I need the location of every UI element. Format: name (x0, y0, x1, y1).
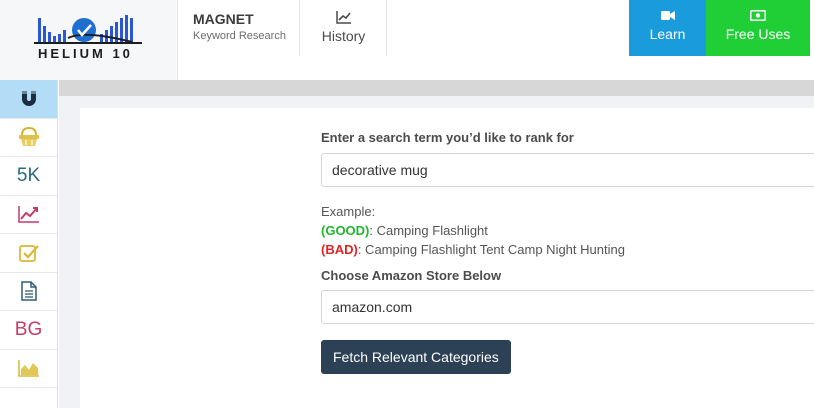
logo-bars-icon (34, 15, 142, 44)
basket-icon (18, 127, 39, 147)
good-example: (GOOD): Camping Flashlight (321, 221, 814, 240)
area-chart-icon (17, 360, 39, 377)
bad-example-text: : Camping Flashlight Tent Camp Night Hun… (357, 242, 625, 257)
search-input[interactable] (321, 153, 814, 187)
logo-text: HELIUM 10 (38, 46, 133, 61)
free-uses-label: Free Uses (725, 26, 791, 42)
good-example-text: : Camping Flashlight (369, 223, 488, 238)
bad-tag: (BAD) (321, 242, 358, 257)
search-form: Enter a search term you’d like to rank f… (321, 130, 814, 374)
example-label: Example: (321, 204, 376, 219)
sidebar-item-magnet[interactable] (0, 80, 57, 119)
top-bar: HELIUM 10 MAGNET Keyword Research Histor… (0, 0, 814, 80)
app-subtitle: Keyword Research (193, 30, 286, 42)
sidebar-item-bg[interactable]: BG (0, 311, 57, 350)
document-icon (20, 281, 37, 301)
sidebar-item-trend[interactable] (0, 196, 57, 234)
helium10-logo[interactable]: HELIUM 10 (0, 0, 178, 80)
learn-button[interactable]: Learn (629, 0, 706, 56)
tool-sidebar: 5K BG (0, 80, 58, 408)
bg-icon: BG (14, 318, 43, 340)
checklist-icon (18, 244, 39, 262)
sidebar-item-area-chart[interactable] (0, 350, 57, 388)
learn-label: Learn (649, 26, 686, 42)
money-icon (750, 10, 766, 21)
5k-icon: 5K (16, 164, 41, 186)
sidebar-item-5k[interactable]: 5K (0, 157, 57, 196)
good-tag: (GOOD) (321, 223, 370, 238)
magnet-icon (21, 90, 36, 106)
history-label: History (321, 28, 366, 44)
trend-chart-icon (17, 206, 39, 223)
app-name: MAGNET (193, 11, 254, 27)
video-camera-icon (660, 11, 675, 20)
sidebar-item-document[interactable] (0, 273, 57, 311)
sidebar-item-basket[interactable] (0, 119, 57, 157)
tab-history[interactable]: History (301, 0, 387, 56)
fetch-categories-button[interactable]: Fetch Relevant Categories (321, 340, 511, 374)
tab-magnet[interactable]: MAGNET Keyword Research (179, 0, 300, 56)
bad-example: (BAD): Camping Flashlight Tent Camp Nigh… (321, 240, 814, 259)
sidebar-item-checklist[interactable] (0, 234, 57, 273)
free-uses-button[interactable]: Free Uses (706, 0, 810, 56)
toolbar-strip (59, 80, 814, 96)
magnet-page: HELIUM 10 MAGNET Keyword Research Histor… (0, 0, 814, 408)
search-label: Enter a search term you’d like to rank f… (321, 130, 574, 145)
store-input[interactable] (321, 290, 814, 324)
line-chart-icon (335, 11, 351, 24)
store-label: Choose Amazon Store Below (321, 268, 502, 283)
